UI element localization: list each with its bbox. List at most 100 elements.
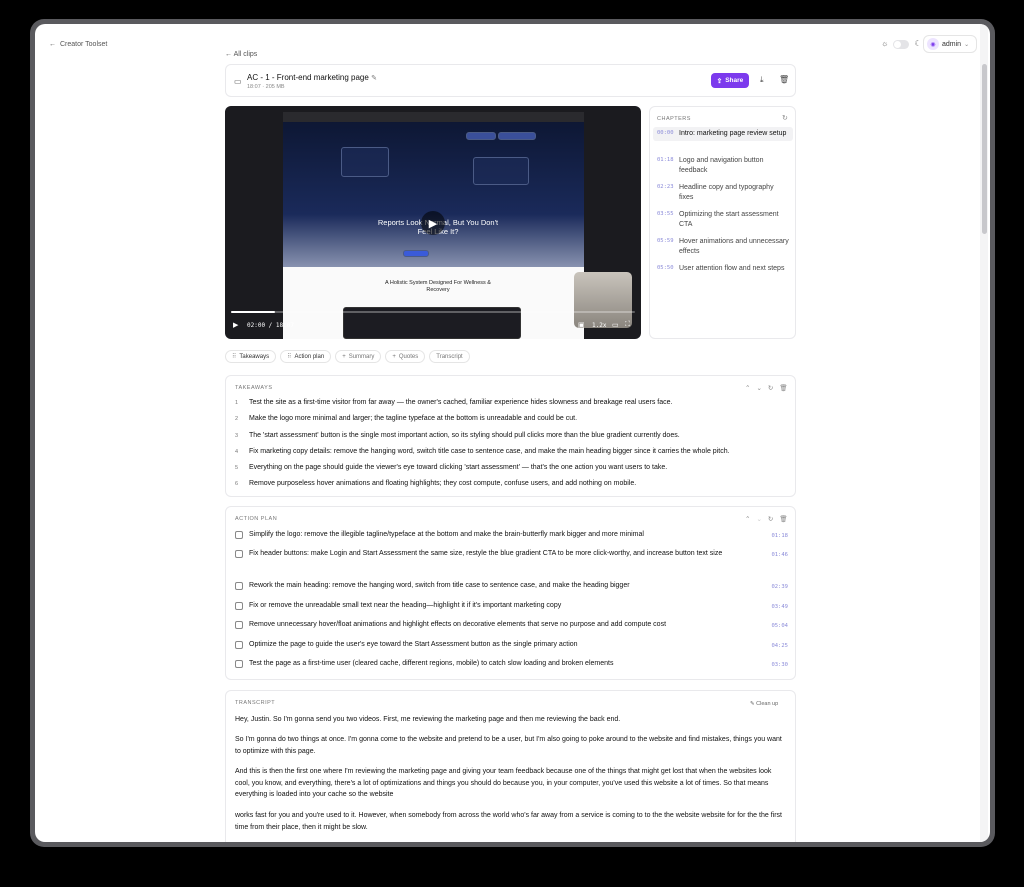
action-timestamp[interactable]: 03:49	[766, 600, 788, 613]
user-name: admin	[942, 40, 962, 48]
transcript-paragraph: Hey, Justin. So I'm gonna send you two v…	[235, 716, 621, 723]
refresh-icon[interactable]: ↻	[768, 384, 773, 392]
chapter-item[interactable]: 05:59 Hover animations and unnecessary e…	[653, 235, 793, 259]
clip-meta: 18:07 · 205 MB	[247, 84, 285, 90]
chapter-item[interactable]: 00:00 Intro: marketing page review setup	[653, 127, 793, 141]
plus-icon: +	[392, 353, 396, 360]
action-timestamp[interactable]: 01:46	[766, 548, 788, 561]
drag-handle-icon: ⠿	[232, 354, 237, 360]
action-timestamp[interactable]: 02:39	[766, 580, 788, 593]
takeaway-item: 5 Everything on the page should guide th…	[235, 464, 667, 471]
action-checkbox[interactable]	[235, 660, 243, 668]
takeaway-text: Remove purposeless hover animations and …	[249, 480, 637, 487]
video-camera-icon: ▭	[234, 77, 242, 86]
download-icon[interactable]: ⤓	[760, 75, 764, 85]
transcript-paragraph: works fast for you and you're used to it…	[235, 812, 782, 831]
takeaway-number: 3	[235, 433, 239, 439]
share-button[interactable]: ⇪ Share	[711, 73, 749, 88]
clip-title: AC - 1 - Front-end marketing page ✎	[247, 73, 377, 82]
scrollbar-thumb[interactable]	[982, 64, 987, 234]
trash-icon[interactable]: 🗑	[779, 75, 789, 84]
tab-summary[interactable]: + Summary	[335, 350, 382, 363]
refresh-icon[interactable]: ↻	[768, 515, 773, 523]
refresh-icon[interactable]: ↻	[782, 114, 788, 122]
all-clips-link[interactable]: ← All clips	[225, 51, 257, 58]
action-text: Fix header buttons: make Login and Start…	[249, 550, 723, 557]
picture-in-picture-icon[interactable]: ▭	[612, 321, 619, 329]
playback-speed[interactable]: 1.2x	[592, 322, 606, 329]
transcript-paragraph: And this is then the first one where I'm…	[235, 768, 772, 798]
theme-switcher[interactable]: ☼ ☾	[881, 39, 922, 49]
chapters-label: CHAPTERS	[657, 116, 691, 122]
takeaway-text: Test the site as a first-time visitor fr…	[249, 399, 673, 406]
takeaway-text: Everything on the page should guide the …	[249, 464, 668, 471]
scrollbar-track[interactable]	[980, 24, 988, 842]
tab-takeaways[interactable]: ⠿ Takeaways	[225, 350, 277, 363]
tab-transcript[interactable]: Transcript	[429, 350, 470, 363]
back-label: Creator Toolset	[60, 41, 108, 48]
sun-icon: ☼	[881, 39, 889, 48]
chapter-item[interactable]: 05:50 User attention flow and next steps	[653, 262, 793, 276]
action-item: Optimize the page to guide the user's ey…	[235, 639, 788, 652]
top-bar: ← Creator Toolset ☼ ☾ ◉ admin ⌄	[35, 24, 990, 64]
trash-icon[interactable]: 🗑	[779, 384, 787, 392]
chapter-item[interactable]: 02:23 Headline copy and typography fixes	[653, 181, 793, 205]
video-player[interactable]: Reports Look Normal, But You Don't Feel …	[225, 106, 641, 339]
chapter-title: User attention flow and next steps	[679, 265, 785, 272]
action-item: Simplify the logo: remove the illegible …	[235, 529, 788, 542]
app-window-frame: ← Creator Toolset ☼ ☾ ◉ admin ⌄ ← All cl…	[30, 19, 995, 847]
action-timestamp[interactable]: 03:30	[766, 658, 788, 671]
chevron-up-icon[interactable]: ⌃	[745, 515, 750, 523]
tab-action-plan[interactable]: ⠿ Action plan	[280, 350, 332, 363]
action-plan-card: ACTION PLAN ⌃ ⌄ ↻ 🗑 Simplify the logo: r…	[225, 506, 796, 680]
action-item: Remove unnecessary hover/float animation…	[235, 619, 788, 632]
user-menu[interactable]: ◉ admin ⌄	[923, 35, 977, 53]
tab-quotes[interactable]: + Quotes	[385, 350, 426, 363]
trash-icon[interactable]: 🗑	[779, 515, 787, 523]
action-checkbox[interactable]	[235, 602, 243, 610]
app-window: ← Creator Toolset ☼ ☾ ◉ admin ⌄ ← All cl…	[35, 24, 990, 842]
tab-label: Takeaways	[239, 353, 270, 360]
video-overlay-button	[498, 132, 536, 140]
takeaway-number: 2	[235, 416, 239, 422]
play-icon[interactable]: ▶	[421, 211, 445, 235]
share-label: Share	[725, 77, 744, 84]
play-icon[interactable]: ▶	[233, 321, 238, 329]
chapter-item[interactable]: 01:18 Logo and navigation button feedbac…	[653, 154, 793, 178]
chevron-up-icon[interactable]: ⌃	[745, 384, 750, 392]
action-checkbox[interactable]	[235, 641, 243, 649]
action-text: Fix or remove the unreadable small text …	[249, 602, 562, 609]
chapter-time: 00:00	[657, 130, 674, 136]
pencil-icon[interactable]: ✎	[371, 75, 377, 82]
chevron-down-icon[interactable]: ⌄	[756, 515, 761, 523]
theme-toggle[interactable]	[893, 39, 910, 49]
chapter-time: 02:23	[657, 184, 674, 190]
takeaway-text: Make the logo more minimal and larger; t…	[249, 415, 578, 422]
chapter-title: Logo and navigation button feedback	[679, 157, 764, 174]
action-timestamp[interactable]: 05:04	[766, 619, 788, 632]
fullscreen-icon[interactable]: ⛶	[625, 321, 630, 329]
video-cta	[403, 250, 429, 257]
chevron-down-icon[interactable]: ⌄	[756, 384, 761, 392]
plus-icon: +	[342, 353, 346, 360]
progress-bar[interactable]	[231, 311, 635, 313]
action-checkbox[interactable]	[235, 582, 243, 590]
action-checkbox[interactable]	[235, 621, 243, 629]
action-item: Test the page as a first-time user (clea…	[235, 658, 788, 671]
action-timestamp[interactable]: 04:25	[766, 639, 788, 652]
chapter-item[interactable]: 03:55 Optimizing the start assessment CT…	[653, 208, 793, 232]
captions-icon[interactable]: ▣	[578, 321, 585, 329]
action-timestamp[interactable]: 01:18	[766, 529, 788, 542]
back-to-toolset-link[interactable]: ← Creator Toolset	[49, 41, 107, 48]
chapter-time: 05:59	[657, 238, 674, 244]
chapter-time: 03:55	[657, 211, 674, 217]
tab-label: Transcript	[436, 353, 463, 360]
action-checkbox[interactable]	[235, 531, 243, 539]
takeaway-text: The 'start assessment' button is the sin…	[249, 432, 680, 439]
action-checkbox[interactable]	[235, 550, 243, 558]
takeaway-item: 4 Fix marketing copy details: remove the…	[235, 448, 730, 455]
avatar: ◉	[927, 38, 939, 50]
video-overlay-button	[466, 132, 496, 140]
chapters-panel: CHAPTERS ↻ 00:00 Intro: marketing page r…	[649, 106, 796, 339]
clean-up-button[interactable]: ✎ Clean up	[750, 701, 778, 707]
